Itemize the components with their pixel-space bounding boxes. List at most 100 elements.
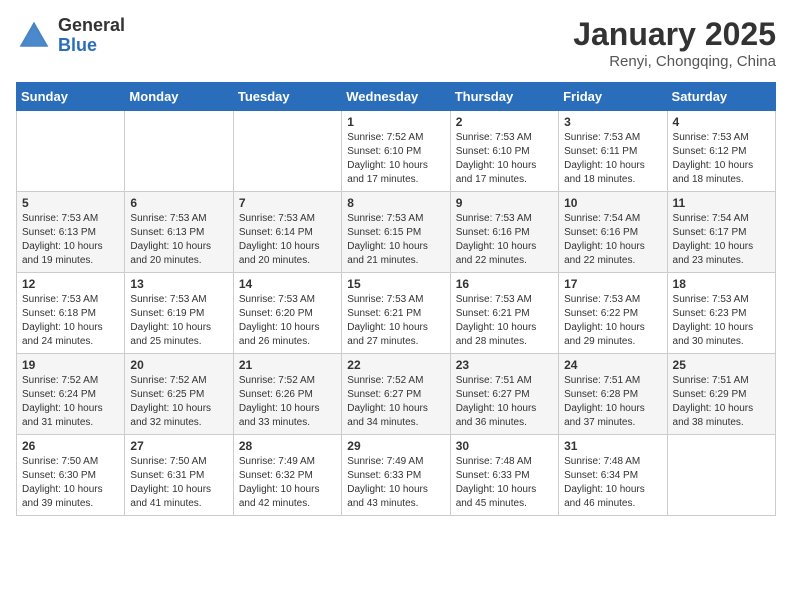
day-number: 14	[239, 277, 336, 291]
calendar-cell	[17, 111, 125, 192]
calendar-cell: 4 Sunrise: 7:53 AMSunset: 6:12 PMDaylight…	[667, 111, 775, 192]
calendar-cell: 10 Sunrise: 7:54 AMSunset: 6:16 PMDayligh…	[559, 192, 667, 273]
day-number: 29	[347, 439, 444, 453]
calendar-cell: 18 Sunrise: 7:53 AMSunset: 6:23 PMDayligh…	[667, 273, 775, 354]
day-number: 26	[22, 439, 119, 453]
day-number: 11	[673, 196, 770, 210]
day-info: Sunrise: 7:51 AMSunset: 6:29 PMDaylight:…	[673, 374, 770, 430]
day-info: Sunrise: 7:53 AMSunset: 6:20 PMDaylight:…	[239, 293, 336, 349]
day-number: 6	[130, 196, 227, 210]
calendar-cell: 23 Sunrise: 7:51 AMSunset: 6:27 PMDayligh…	[450, 354, 558, 435]
day-number: 23	[456, 358, 553, 372]
day-info: Sunrise: 7:51 AMSunset: 6:27 PMDaylight:…	[456, 374, 553, 430]
calendar-cell	[667, 435, 775, 516]
calendar-cell: 7 Sunrise: 7:53 AMSunset: 6:14 PMDaylight…	[233, 192, 341, 273]
day-number: 5	[22, 196, 119, 210]
calendar-week-row: 1 Sunrise: 7:52 AMSunset: 6:10 PMDaylight…	[17, 111, 776, 192]
calendar-table: SundayMondayTuesdayWednesdayThursdayFrid…	[16, 82, 776, 516]
calendar-cell: 30Sunrise: 7:48 AMSunset: 6:33 PMDayligh…	[450, 435, 558, 516]
day-info: Sunrise: 7:53 AMSunset: 6:16 PMDaylight:…	[456, 212, 553, 268]
day-of-week-header: Sunday	[17, 83, 125, 111]
day-of-week-header: Tuesday	[233, 83, 341, 111]
logo-text: General Blue	[58, 16, 125, 56]
calendar-cell: 31 Sunrise: 7:48 AMSunset: 6:34 PMDayligh…	[559, 435, 667, 516]
day-info: Sunrise: 7:54 AMSunset: 6:17 PMDaylight:…	[673, 212, 770, 268]
day-info: Sunrise: 7:48 AMSunset: 6:34 PMDaylight:…	[564, 455, 661, 511]
calendar-header-row: SundayMondayTuesdayWednesdayThursdayFrid…	[17, 83, 776, 111]
calendar-cell: 6 Sunrise: 7:53 AMSunset: 6:13 PMDaylight…	[125, 192, 233, 273]
location-title: Renyi, Chongqing, China	[573, 53, 776, 70]
day-info: Sunrise: 7:49 AMSunset: 6:33 PMDaylight:…	[347, 455, 444, 511]
day-number: 18	[673, 277, 770, 291]
day-of-week-header: Thursday	[450, 83, 558, 111]
calendar-cell: 9 Sunrise: 7:53 AMSunset: 6:16 PMDaylight…	[450, 192, 558, 273]
day-number: 27	[130, 439, 227, 453]
calendar-cell: 14 Sunrise: 7:53 AMSunset: 6:20 PMDayligh…	[233, 273, 341, 354]
calendar-week-row: 12 Sunrise: 7:53 AMSunset: 6:18 PMDayligh…	[17, 273, 776, 354]
day-number: 21	[239, 358, 336, 372]
calendar-cell: 29 Sunrise: 7:49 AMSunset: 6:33 PMDayligh…	[342, 435, 450, 516]
calendar-cell: 13 Sunrise: 7:53 AMSunset: 6:19 PMDayligh…	[125, 273, 233, 354]
day-info: Sunrise: 7:52 AMSunset: 6:10 PMDaylight:…	[347, 131, 444, 187]
day-info: Sunrise: 7:53 AMSunset: 6:19 PMDaylight:…	[130, 293, 227, 349]
calendar-cell: 16Sunrise: 7:53 AMSunset: 6:21 PMDayligh…	[450, 273, 558, 354]
calendar-cell: 27 Sunrise: 7:50 AMSunset: 6:31 PMDayligh…	[125, 435, 233, 516]
day-info: Sunrise: 7:53 AMSunset: 6:21 PMDaylight:…	[456, 293, 553, 349]
day-info: Sunrise: 7:53 AMSunset: 6:13 PMDaylight:…	[130, 212, 227, 268]
day-info: Sunrise: 7:53 AMSunset: 6:22 PMDaylight:…	[564, 293, 661, 349]
day-info: Sunrise: 7:53 AMSunset: 6:10 PMDaylight:…	[456, 131, 553, 187]
day-number: 8	[347, 196, 444, 210]
calendar-cell: 3 Sunrise: 7:53 AMSunset: 6:11 PMDaylight…	[559, 111, 667, 192]
day-info: Sunrise: 7:54 AMSunset: 6:16 PMDaylight:…	[564, 212, 661, 268]
day-info: Sunrise: 7:50 AMSunset: 6:30 PMDaylight:…	[22, 455, 119, 511]
day-number: 17	[564, 277, 661, 291]
calendar-cell: 5Sunrise: 7:53 AMSunset: 6:13 PMDaylight…	[17, 192, 125, 273]
day-of-week-header: Saturday	[667, 83, 775, 111]
calendar-cell: 2Sunrise: 7:53 AMSunset: 6:10 PMDaylight…	[450, 111, 558, 192]
page-header: General Blue January 2025 Renyi, Chongqi…	[16, 16, 776, 70]
day-info: Sunrise: 7:52 AMSunset: 6:27 PMDaylight:…	[347, 374, 444, 430]
calendar-week-row: 26 Sunrise: 7:50 AMSunset: 6:30 PMDayligh…	[17, 435, 776, 516]
day-info: Sunrise: 7:53 AMSunset: 6:14 PMDaylight:…	[239, 212, 336, 268]
calendar-cell: 11 Sunrise: 7:54 AMSunset: 6:17 PMDayligh…	[667, 192, 775, 273]
day-number: 9	[456, 196, 553, 210]
day-info: Sunrise: 7:53 AMSunset: 6:23 PMDaylight:…	[673, 293, 770, 349]
day-info: Sunrise: 7:52 AMSunset: 6:26 PMDaylight:…	[239, 374, 336, 430]
day-number: 3	[564, 115, 661, 129]
calendar-cell: 20Sunrise: 7:52 AMSunset: 6:25 PMDayligh…	[125, 354, 233, 435]
day-info: Sunrise: 7:53 AMSunset: 6:11 PMDaylight:…	[564, 131, 661, 187]
day-info: Sunrise: 7:53 AMSunset: 6:21 PMDaylight:…	[347, 293, 444, 349]
day-info: Sunrise: 7:53 AMSunset: 6:12 PMDaylight:…	[673, 131, 770, 187]
day-number: 15	[347, 277, 444, 291]
calendar-week-row: 19 Sunrise: 7:52 AMSunset: 6:24 PMDayligh…	[17, 354, 776, 435]
day-of-week-header: Friday	[559, 83, 667, 111]
day-number: 31	[564, 439, 661, 453]
calendar-cell: 15 Sunrise: 7:53 AMSunset: 6:21 PMDayligh…	[342, 273, 450, 354]
day-number: 1	[347, 115, 444, 129]
day-number: 13	[130, 277, 227, 291]
day-info: Sunrise: 7:48 AMSunset: 6:33 PMDaylight:…	[456, 455, 553, 511]
day-number: 12	[22, 277, 119, 291]
day-number: 10	[564, 196, 661, 210]
logo-icon	[16, 18, 52, 54]
month-title: January 2025	[573, 16, 776, 53]
day-info: Sunrise: 7:52 AMSunset: 6:24 PMDaylight:…	[22, 374, 119, 430]
logo: General Blue	[16, 16, 125, 56]
day-number: 19	[22, 358, 119, 372]
logo-blue-text: Blue	[58, 36, 125, 56]
calendar-cell: 1 Sunrise: 7:52 AMSunset: 6:10 PMDaylight…	[342, 111, 450, 192]
calendar-cell: 24Sunrise: 7:51 AMSunset: 6:28 PMDayligh…	[559, 354, 667, 435]
calendar-cell	[125, 111, 233, 192]
calendar-cell: 22 Sunrise: 7:52 AMSunset: 6:27 PMDayligh…	[342, 354, 450, 435]
day-info: Sunrise: 7:50 AMSunset: 6:31 PMDaylight:…	[130, 455, 227, 511]
day-of-week-header: Wednesday	[342, 83, 450, 111]
day-number: 20	[130, 358, 227, 372]
day-number: 7	[239, 196, 336, 210]
day-number: 4	[673, 115, 770, 129]
day-info: Sunrise: 7:53 AMSunset: 6:18 PMDaylight:…	[22, 293, 119, 349]
day-info: Sunrise: 7:53 AMSunset: 6:15 PMDaylight:…	[347, 212, 444, 268]
calendar-cell: 8 Sunrise: 7:53 AMSunset: 6:15 PMDaylight…	[342, 192, 450, 273]
calendar-cell: 25Sunrise: 7:51 AMSunset: 6:29 PMDayligh…	[667, 354, 775, 435]
day-info: Sunrise: 7:49 AMSunset: 6:32 PMDaylight:…	[239, 455, 336, 511]
day-number: 22	[347, 358, 444, 372]
